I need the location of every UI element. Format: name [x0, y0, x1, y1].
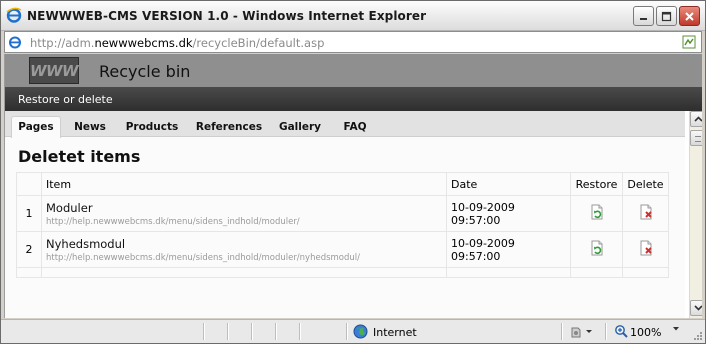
- row-number: 2: [16, 231, 42, 268]
- item-name: Nyhedsmodul: [46, 236, 126, 251]
- restore-page-icon[interactable]: [589, 240, 605, 256]
- sub-header-text: Restore or delete: [18, 93, 113, 106]
- deleted-items-table: Item Date Restore Delete 1 Moduler http:…: [16, 172, 669, 278]
- restore-cell: [570, 195, 623, 232]
- window-title: NEWWWEB-CMS VERSION 1.0 - Windows Intern…: [27, 9, 427, 23]
- tab-faq[interactable]: FAQ: [336, 117, 374, 137]
- table-row: 2 Nyhedsmodul http://help.newwwebcms.dk/…: [16, 231, 669, 268]
- security-zone: Internet: [373, 326, 417, 339]
- cms-header: WWW Recycle bin: [5, 54, 702, 87]
- item-cell: Nyhedsmodul http://help.newwwebcms.dk/me…: [41, 231, 447, 268]
- protected-mode-icon[interactable]: [569, 325, 597, 339]
- content-area: Pages News Products References Gallery F…: [5, 111, 685, 318]
- page-favicon-icon: [9, 36, 21, 49]
- scroll-down-button[interactable]: [690, 300, 702, 316]
- address-url[interactable]: http://adm.newwwebcms.dk/recycleBin/defa…: [30, 36, 324, 50]
- delete-page-icon[interactable]: [638, 204, 654, 220]
- close-button[interactable]: [679, 6, 700, 26]
- globe-icon: [353, 324, 368, 339]
- header-restore: Restore: [570, 172, 623, 196]
- restore-cell: [570, 231, 623, 268]
- resize-grip-icon[interactable]: [691, 329, 703, 341]
- tab-products[interactable]: Products: [121, 117, 183, 137]
- row-number: 1: [16, 195, 42, 232]
- item-url: http://help.newwwebcms.dk/menu/sidens_in…: [46, 252, 361, 263]
- table-row-partial: [16, 267, 669, 278]
- table-header-row: Item Date Restore Delete: [16, 172, 669, 196]
- compatibility-view-icon[interactable]: [681, 34, 697, 50]
- tab-news[interactable]: News: [68, 117, 112, 137]
- chevron-up-icon: [693, 116, 702, 122]
- item-cell: Moduler http://help.newwwebcms.dk/menu/s…: [41, 195, 447, 232]
- page-viewport: WWW Recycle bin Restore or delete Pages …: [4, 54, 702, 318]
- minimize-button[interactable]: [633, 6, 654, 26]
- scroll-thumb[interactable]: [690, 130, 702, 146]
- chevron-down-icon: [693, 305, 702, 311]
- zoom-dropdown-icon[interactable]: [672, 326, 680, 332]
- address-bar[interactable]: http://adm.newwwebcms.dk/recycleBin/defa…: [4, 31, 702, 53]
- ie-logo-icon: [6, 7, 22, 23]
- sub-header-bar: Restore or delete: [5, 87, 702, 111]
- delete-page-icon[interactable]: [638, 240, 654, 256]
- url-path: /recycleBin/default.asp: [192, 36, 325, 50]
- delete-cell: [622, 231, 669, 268]
- header-delete: Delete: [622, 172, 669, 196]
- item-date: 10-09-2009 09:57:00: [446, 231, 571, 268]
- zoom-icon[interactable]: [614, 324, 628, 338]
- section-title: Deletet items: [18, 147, 141, 166]
- zoom-level[interactable]: 100%: [630, 326, 661, 339]
- header-item: Item: [41, 172, 447, 196]
- maximize-icon: [661, 11, 672, 21]
- maximize-button[interactable]: [656, 6, 677, 26]
- tab-references[interactable]: References: [193, 117, 265, 137]
- scroll-up-button[interactable]: [690, 111, 702, 127]
- item-name: Moduler: [46, 200, 93, 215]
- close-icon: [685, 11, 694, 21]
- minimize-icon: [640, 17, 647, 20]
- header-num: [16, 172, 42, 196]
- url-host: newwwebcms.dk: [94, 36, 193, 50]
- delete-cell: [622, 195, 669, 232]
- tab-pages[interactable]: Pages: [11, 116, 61, 138]
- page-title: Recycle bin: [99, 62, 191, 81]
- browser-window: NEWWWEB-CMS VERSION 1.0 - Windows Intern…: [0, 0, 706, 344]
- restore-page-icon[interactable]: [589, 204, 605, 220]
- item-url: http://help.newwwebcms.dk/menu/sidens_in…: [46, 216, 300, 227]
- url-prefix: http://adm.: [30, 36, 95, 50]
- tab-gallery[interactable]: Gallery: [275, 117, 325, 137]
- header-date: Date: [446, 172, 571, 196]
- item-date: 10-09-2009 09:57:00: [446, 195, 571, 232]
- table-row: 1 Moduler http://help.newwwebcms.dk/menu…: [16, 195, 669, 232]
- tabs-row: Pages News Products References Gallery F…: [5, 111, 685, 138]
- vertical-scrollbar[interactable]: [689, 111, 702, 318]
- title-bar: NEWWWEB-CMS VERSION 1.0 - Windows Intern…: [1, 1, 705, 31]
- cms-logo: WWW: [29, 57, 79, 84]
- status-bar: Internet 100%: [1, 319, 705, 343]
